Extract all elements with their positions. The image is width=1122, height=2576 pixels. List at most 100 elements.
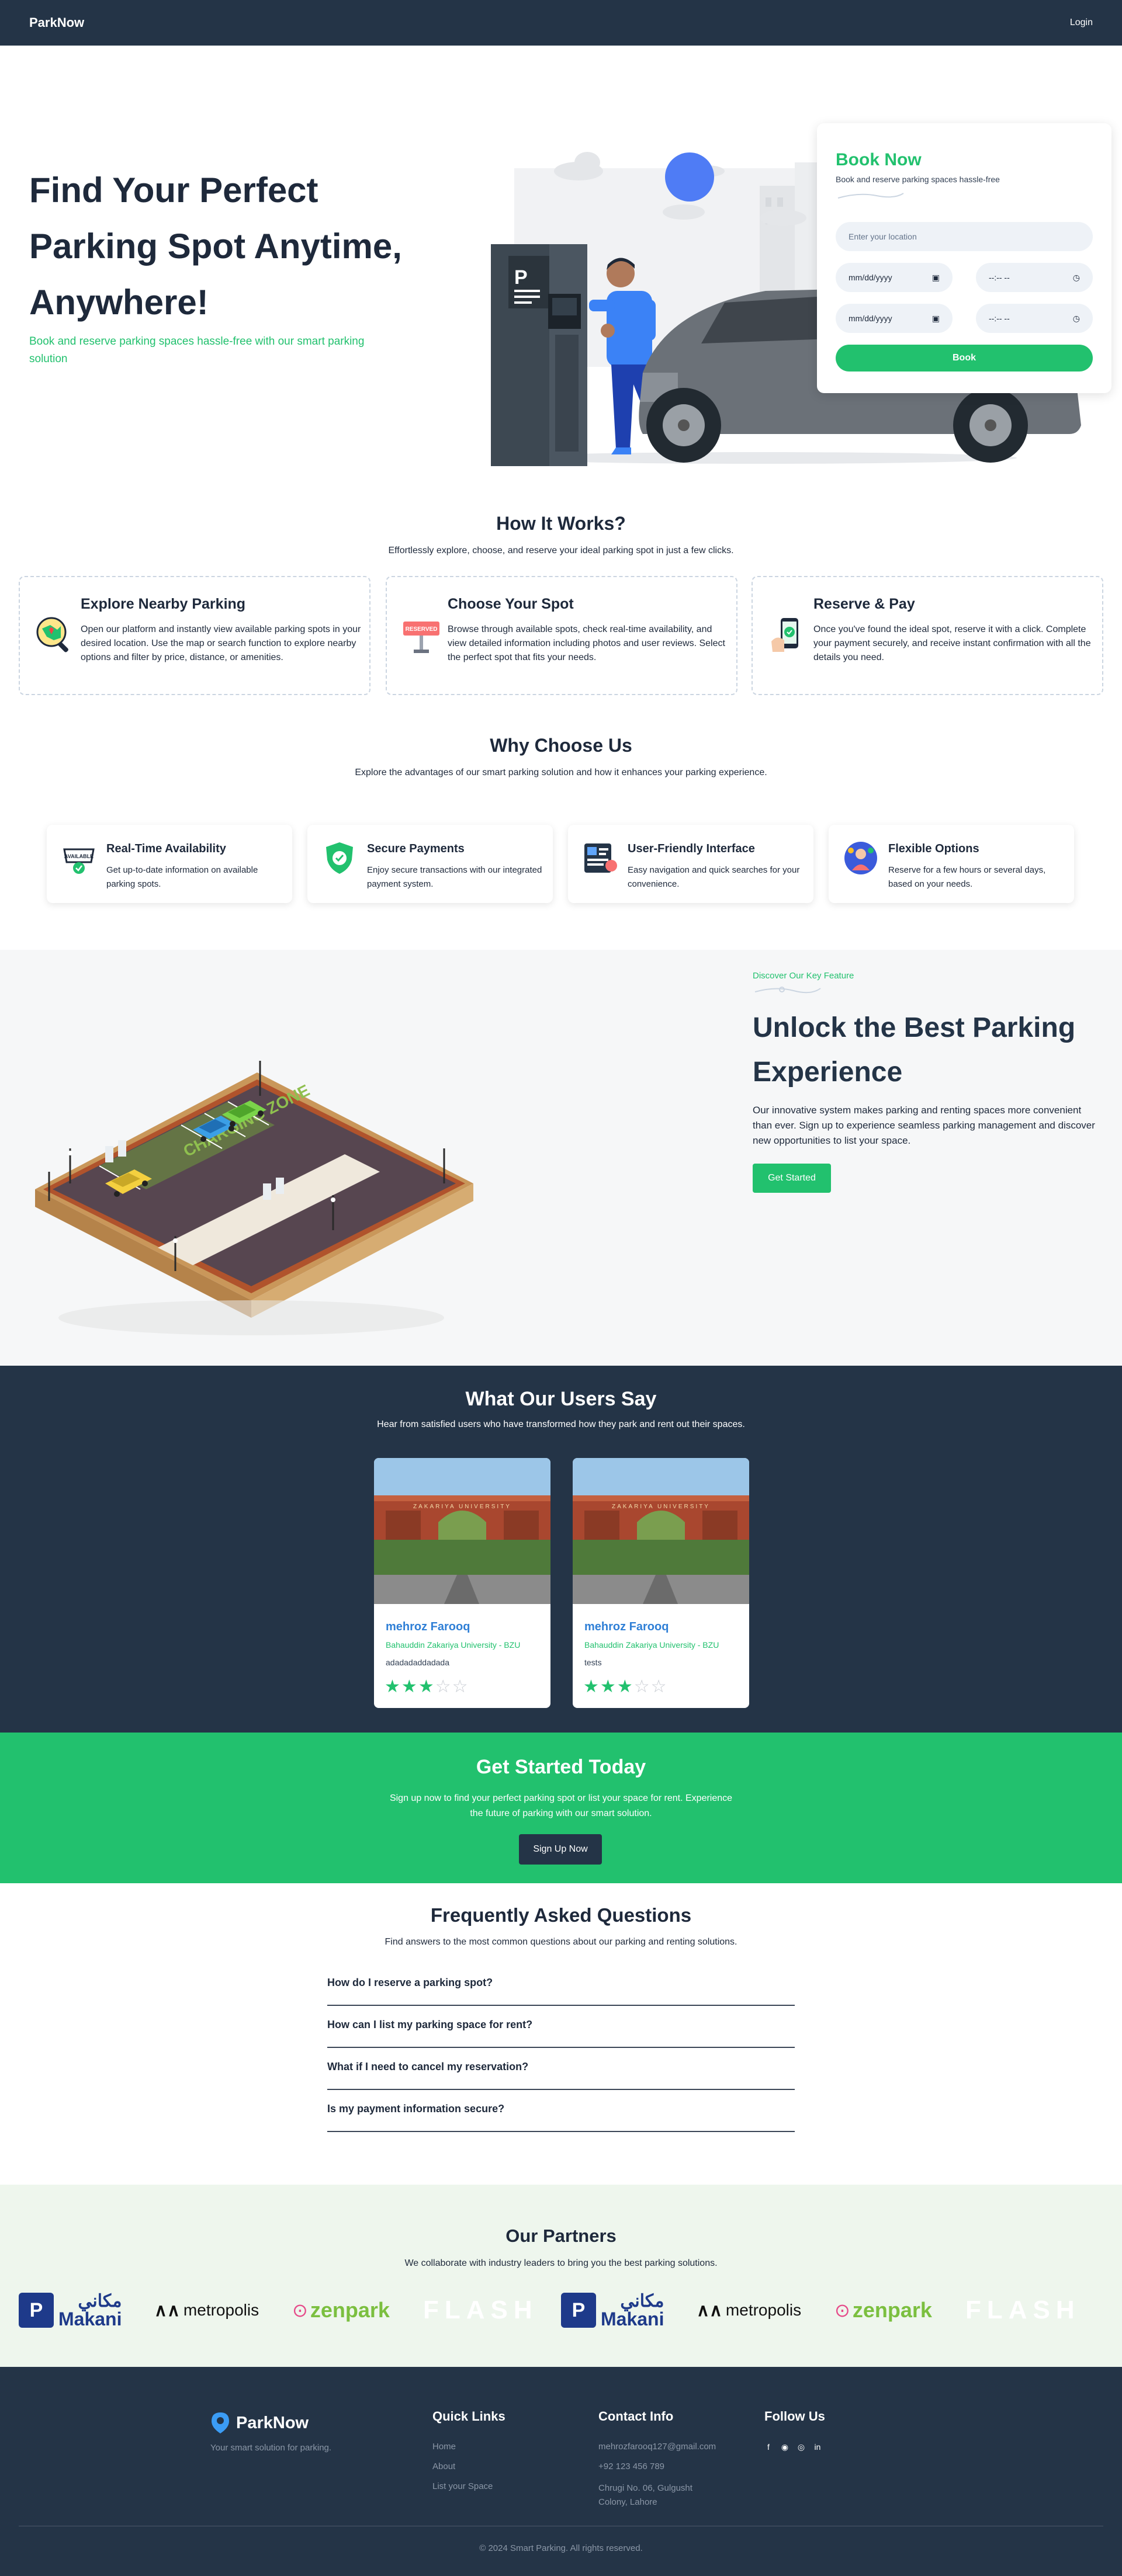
partners-title: Our Partners xyxy=(505,2226,617,2246)
why-card-text: Enjoy secure transactions with our integ… xyxy=(367,865,542,889)
flexible-options-icon xyxy=(844,842,877,874)
contact-address: Chrugi No. 06, Gulgusht Colony, Lahore xyxy=(598,2483,692,2507)
how-card-text: Open our platform and instantly view ava… xyxy=(81,624,361,662)
faq-question[interactable]: How do I reserve a parking spot? xyxy=(327,1965,795,2006)
github-icon[interactable]: ◉ xyxy=(780,2442,790,2452)
star-empty-icon: ☆ xyxy=(633,1677,651,1696)
cta-title: Get Started Today xyxy=(476,1756,646,1778)
how-card-text: Browse through available spots, check re… xyxy=(448,624,725,662)
end-date-input[interactable]: mm/dd/yyyy ▣ xyxy=(836,304,953,333)
why-card-text: Easy navigation and quick searches for y… xyxy=(628,865,800,889)
svg-text:ZAKARIYA UNIVERSITY: ZAKARIYA UNIVERSITY xyxy=(612,1504,710,1510)
linkedin-icon[interactable]: in xyxy=(812,2442,823,2452)
start-time-input[interactable]: --:-- -- ◷ xyxy=(976,263,1093,292)
why-card-availability: AVAILABLE Real-Time Availability Get up-… xyxy=(47,825,292,903)
star-icon: ★ xyxy=(617,1677,634,1696)
feature-text: Our innovative system makes parking and … xyxy=(753,1105,1095,1146)
parking-lot-illustration: CHARGING ZONE xyxy=(35,1061,473,1335)
star-icon: ★ xyxy=(600,1677,617,1696)
booking-subtitle: Book and reserve parking spaces hassle-f… xyxy=(836,175,1000,184)
how-card-text: Once you've found the ideal spot, reserv… xyxy=(813,624,1091,662)
copyright: © 2024 Smart Parking. All rights reserve… xyxy=(479,2543,643,2553)
calendar-icon[interactable]: ▣ xyxy=(932,273,940,283)
why-card-interface: User-Friendly Interface Easy navigation … xyxy=(568,825,813,903)
university-gate-photo: ZAKARIYA UNIVERSITY xyxy=(573,1458,749,1604)
partners-subtitle: We collaborate with industry leaders to … xyxy=(404,2258,718,2268)
faq-question[interactable]: How can I list my parking space for rent… xyxy=(327,2007,795,2048)
footer-tagline: Your smart solution for parking. xyxy=(210,2443,332,2453)
start-date-input[interactable]: mm/dd/yyyy ▣ xyxy=(836,263,953,292)
clock-icon[interactable]: ◷ xyxy=(1073,273,1080,283)
contact-email[interactable]: mehrozfarooq127@gmail.com xyxy=(598,2442,716,2452)
testimonial-name: mehroz Farooq xyxy=(386,1620,470,1633)
faq-question[interactable]: What if I need to cancel my reservation? xyxy=(327,2049,795,2090)
star-icon: ★ xyxy=(401,1677,418,1696)
testimonial-name: mehroz Farooq xyxy=(584,1620,669,1633)
sign-up-button[interactable]: Sign Up Now xyxy=(519,1834,602,1865)
feature-tag: Discover Our Key Feature xyxy=(753,971,854,981)
location-input[interactable]: Enter your location xyxy=(836,222,1093,251)
footer-brand: ParkNow xyxy=(210,2411,309,2435)
feature-section: CHARGING ZONE Discover Our Key Feature U… xyxy=(0,950,1122,1366)
scribble-decoration xyxy=(754,987,821,994)
reserved-sign-icon: RESERVED xyxy=(403,622,439,653)
faq-question[interactable]: Is my payment information secure? xyxy=(327,2091,795,2132)
phone-payment-icon xyxy=(771,618,798,652)
how-card-explore: Explore Nearby Parking Open our platform… xyxy=(19,576,370,695)
why-card-flexible: Flexible Options Reserve for a few hours… xyxy=(829,825,1074,903)
follow-title: Follow Us xyxy=(764,2409,825,2424)
svg-text:AVAILABLE: AVAILABLE xyxy=(64,853,94,859)
testimonial-card: ZAKARIYA UNIVERSITY mehroz Farooq Bahaud… xyxy=(374,1458,550,1708)
calendar-icon[interactable]: ▣ xyxy=(932,314,940,324)
why-title: Why Choose Us xyxy=(490,735,632,756)
book-button[interactable]: Book xyxy=(836,345,1093,372)
testimonial-university: Bahauddin Zakariya University - BZU xyxy=(584,1640,719,1650)
hero-section: Find Your Perfect Parking Spot Anytime, … xyxy=(0,46,1122,489)
get-started-button[interactable]: Get Started xyxy=(753,1164,831,1193)
hero-subtitle: Book and reserve parking spaces hassle-f… xyxy=(29,335,365,365)
footer-link-about[interactable]: About xyxy=(432,2462,455,2471)
metropolis-logo: ∧∧ metropolis xyxy=(697,2300,802,2320)
footer-link-home[interactable]: Home xyxy=(432,2442,456,2452)
end-time-input[interactable]: --:-- -- ◷ xyxy=(976,304,1093,333)
testimonials-section: What Our Users Say Hear from satisfied u… xyxy=(0,1366,1122,1733)
makani-logo: P مكاني Makani xyxy=(561,2290,664,2331)
why-card-title: Real-Time Availability xyxy=(106,842,226,855)
login-link[interactable]: Login xyxy=(1070,18,1093,28)
quick-links-title: Quick Links xyxy=(432,2409,505,2424)
shield-check-icon xyxy=(326,842,353,874)
university-gate-photo: ZAKARIYA UNIVERSITY xyxy=(374,1458,550,1604)
star-icon: ★ xyxy=(385,1677,401,1696)
clock-icon[interactable]: ◷ xyxy=(1073,314,1080,324)
star-empty-icon: ☆ xyxy=(435,1677,452,1696)
svg-text:ZAKARIYA UNIVERSITY: ZAKARIYA UNIVERSITY xyxy=(413,1504,511,1510)
testimonial-message: tests xyxy=(584,1658,602,1667)
booking-title: Book Now xyxy=(836,150,922,169)
metropolis-logo: ∧∧ metropolis xyxy=(154,2300,259,2320)
svg-text:P: P xyxy=(514,266,528,289)
testimonials-subtitle: Hear from satisfied users who have trans… xyxy=(377,1419,745,1429)
why-card-text: Get up-to-date information on available … xyxy=(106,865,258,889)
available-sign-icon: AVAILABLE xyxy=(63,848,95,874)
faq-title: Frequently Asked Questions xyxy=(430,1904,692,1926)
booking-card: Book Now Book and reserve parking spaces… xyxy=(817,123,1111,393)
footer-link-list-space[interactable]: List your Space xyxy=(432,2481,493,2491)
rating-stars: ★★★☆☆ xyxy=(385,1676,469,1697)
brand-logo[interactable]: ParkNow xyxy=(29,15,84,30)
footer: ParkNow Your smart solution for parking.… xyxy=(0,2367,1122,2576)
how-subtitle: Effortlessly explore, choose, and reserv… xyxy=(388,546,734,556)
star-empty-icon: ☆ xyxy=(452,1677,469,1696)
why-card-title: Secure Payments xyxy=(367,842,465,855)
rating-stars: ★★★☆☆ xyxy=(583,1676,668,1697)
facebook-icon[interactable]: f xyxy=(763,2442,774,2452)
how-card-title: Choose Your Spot xyxy=(448,596,574,612)
faq-subtitle: Find answers to the most common question… xyxy=(385,1937,737,1947)
scribble-decoration xyxy=(837,193,904,199)
hero-title: Find Your Perfect Parking Spot Anytime, … xyxy=(29,171,402,322)
star-icon: ★ xyxy=(583,1677,600,1696)
how-card-title: Reserve & Pay xyxy=(813,596,915,612)
instagram-icon[interactable]: ◎ xyxy=(796,2442,806,2452)
testimonial-card: ZAKARIYA UNIVERSITY mehroz Farooq Bahaud… xyxy=(573,1458,749,1708)
zenpark-logo: ⊙ zenpark xyxy=(834,2298,932,2322)
location-pin-icon xyxy=(212,2412,229,2433)
